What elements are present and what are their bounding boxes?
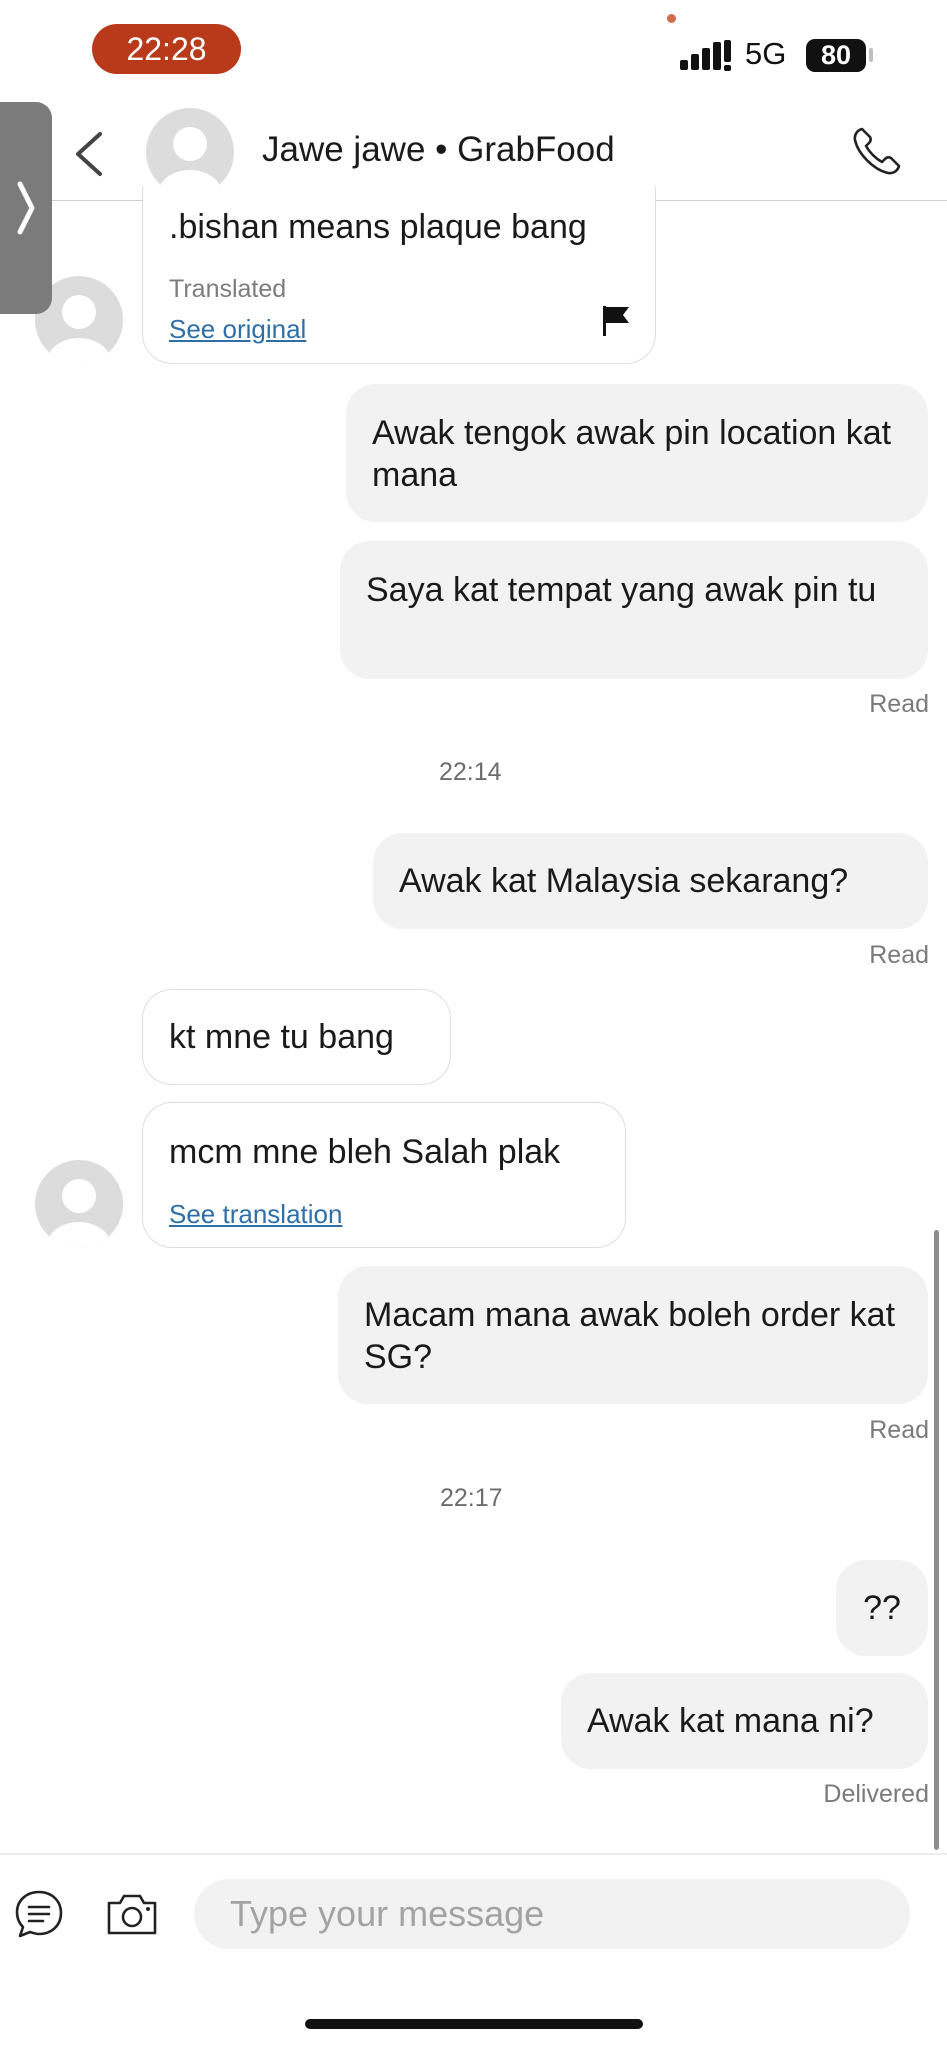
person-icon	[47, 1179, 111, 1248]
message-text: Awak kat Malaysia sekarang?	[399, 862, 849, 900]
see-original-link[interactable]: See original	[169, 308, 306, 350]
message-text: kt mne tu bang	[169, 1018, 394, 1056]
message-text: Awak tengok awak pin location kat mana	[372, 414, 892, 494]
message-status: Delivered	[823, 1780, 929, 1808]
privacy-indicator-dot	[667, 14, 676, 23]
message-text: mcm mne bleh Salah plak	[169, 1133, 561, 1171]
message-status: Read	[869, 1416, 929, 1444]
phone-icon[interactable]	[850, 124, 904, 178]
outgoing-message-bubble[interactable]: ??	[836, 1560, 928, 1656]
message-status: Read	[869, 941, 929, 969]
message-status: Read	[869, 690, 929, 718]
timestamp-divider: 22:14	[439, 758, 502, 786]
message-input[interactable]: Type your message	[194, 1879, 910, 1949]
battery-level: 80	[806, 39, 866, 72]
composer-divider	[0, 1853, 947, 1855]
chevron-right-icon	[17, 181, 35, 235]
incoming-message-bubble[interactable]: mcm mne bleh Salah plak See translation	[142, 1102, 626, 1248]
home-indicator[interactable]	[305, 2019, 643, 2029]
message-text: ??	[863, 1589, 901, 1627]
timestamp-divider: 22:17	[440, 1484, 503, 1512]
person-icon	[158, 127, 222, 196]
camera-icon[interactable]	[104, 1891, 160, 1937]
flag-icon[interactable]	[601, 304, 631, 338]
outgoing-message-bubble[interactable]: Awak tengok awak pin location kat mana	[346, 384, 928, 522]
contact-avatar[interactable]	[146, 108, 234, 196]
outgoing-message-bubble[interactable]: Awak kat Malaysia sekarang?	[373, 833, 928, 929]
message-text: Awak kat mana ni?	[587, 1702, 874, 1740]
sender-avatar	[35, 1160, 123, 1248]
outgoing-message-bubble[interactable]: Saya kat tempat yang awak pin tu	[340, 541, 928, 679]
cellular-signal-icon	[680, 40, 731, 71]
side-panel-toggle[interactable]	[0, 102, 52, 314]
battery-tip	[869, 48, 873, 62]
network-type: 5G	[745, 36, 787, 71]
outgoing-message-bubble[interactable]: Awak kat mana ni?	[561, 1673, 928, 1769]
contact-name[interactable]: Jawe jawe • GrabFood	[262, 130, 615, 170]
translated-label: Translated	[169, 275, 287, 303]
chevron-left-icon[interactable]	[66, 126, 114, 182]
outgoing-message-bubble[interactable]: Macam mana awak boleh order kat SG?	[338, 1266, 928, 1404]
message-text: .bishan means plaque bang	[169, 208, 587, 246]
message-text: Saya kat tempat yang awak pin tu	[366, 571, 877, 609]
chat-bubble-icon[interactable]	[13, 1888, 65, 1940]
see-translation-link[interactable]: See translation	[169, 1193, 342, 1235]
incoming-message-bubble[interactable]: kt mne tu bang	[142, 989, 451, 1085]
incoming-message-bubble[interactable]: .bishan means plaque bang Translated See…	[142, 186, 656, 364]
status-time: 22:28	[92, 24, 241, 74]
scrollbar-thumb[interactable]	[934, 1230, 939, 1850]
message-text: Macam mana awak boleh order kat SG?	[364, 1296, 896, 1376]
